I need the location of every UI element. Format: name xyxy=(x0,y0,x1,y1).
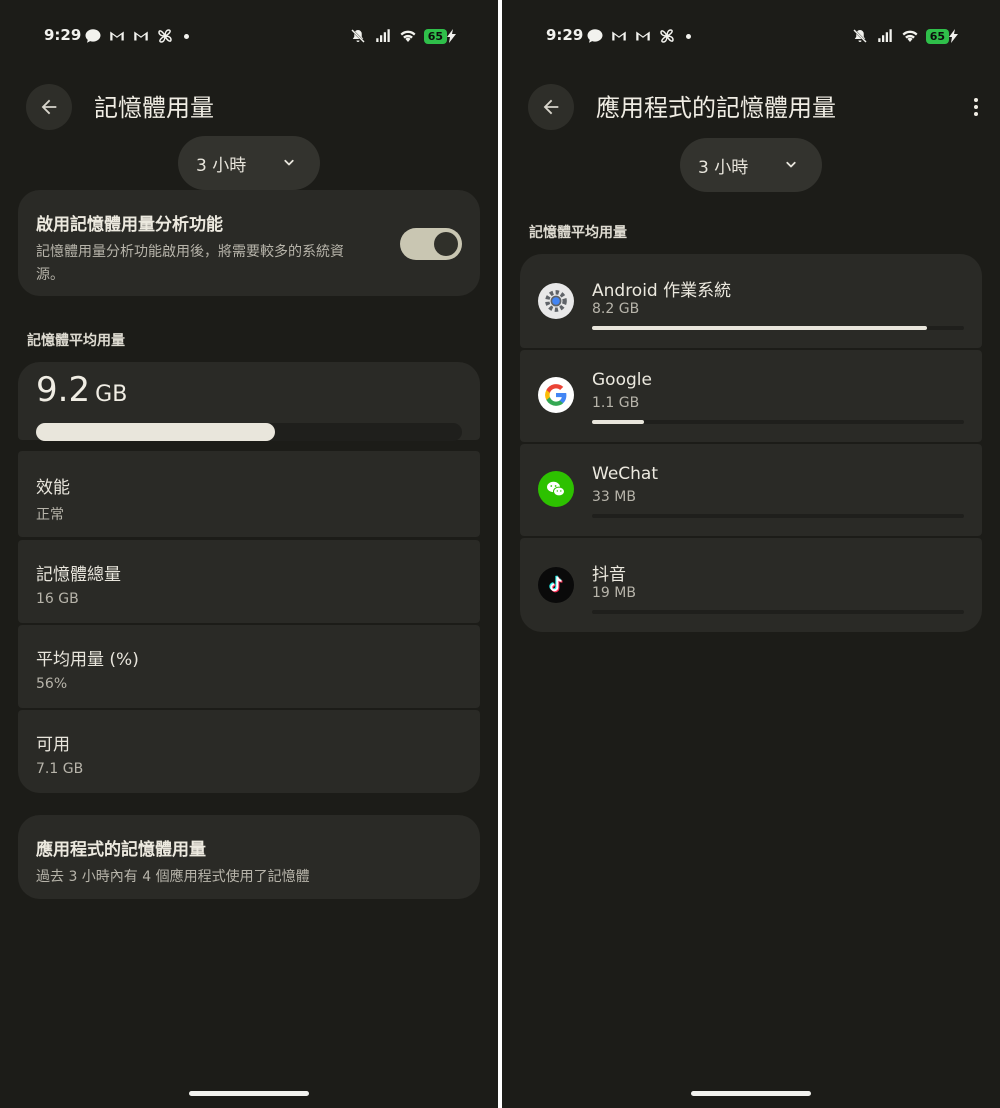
page-title: 記憶體用量 xyxy=(94,94,214,122)
status-time-right: 9:29 xyxy=(546,26,584,44)
stat-title: 可用 xyxy=(36,735,70,755)
gmail-icon-2 xyxy=(134,31,148,41)
stat-item: 平均用量 (%) 56% xyxy=(18,625,480,708)
app-usage-fill xyxy=(592,326,927,330)
wifi-icon xyxy=(400,30,416,42)
more-vert-icon xyxy=(974,98,978,102)
more-options-button[interactable] xyxy=(966,94,986,120)
stat-value: 56% xyxy=(36,676,68,692)
battery-indicator: 65 xyxy=(423,28,456,44)
stat-title: 效能 xyxy=(36,478,70,498)
app-name: Google xyxy=(592,370,652,390)
back-button[interactable] xyxy=(528,84,574,130)
avg-usage-section-label: 記憶體平均用量 xyxy=(27,333,125,349)
app-usage-bar xyxy=(592,610,964,614)
status-time: 9:29 xyxy=(44,26,82,44)
enable-analysis-card[interactable]: 啟用記憶體用量分析功能 記憶體用量分析功能啟用後，將需要較多的系統資源。 xyxy=(18,190,480,296)
status-bar-right: 9:29 65 xyxy=(502,26,1000,50)
app-size: 33 MB xyxy=(592,489,636,505)
avg-usage-progress xyxy=(36,423,462,441)
enable-analysis-desc: 記憶體用量分析功能啟用後，將需要較多的系統資源。 xyxy=(36,244,344,283)
arrow-back-icon xyxy=(543,99,559,115)
app-memory-link-title: 應用程式的記憶體用量 xyxy=(36,840,206,860)
app-size: 1.1 GB xyxy=(592,395,640,411)
gmail-icon-2 xyxy=(636,31,650,41)
battery-indicator: 65 xyxy=(925,28,958,44)
avg-usage-section-label-right: 記憶體平均用量 xyxy=(529,225,627,241)
app-name: WeChat xyxy=(592,464,658,484)
stat-item: 效能 正常 xyxy=(18,451,480,537)
avg-usage-card: 9.2 GB xyxy=(18,362,480,441)
app-usage-bar xyxy=(592,420,964,424)
duration-label: 3 小時 xyxy=(196,155,247,176)
enable-analysis-switch[interactable] xyxy=(400,228,462,260)
app-usage-bar xyxy=(592,326,964,330)
android-os-icon xyxy=(538,283,574,319)
charging-icon xyxy=(447,29,456,43)
charging-icon xyxy=(949,29,958,43)
status-bar: 9:29 65 xyxy=(0,26,498,50)
notification-dot xyxy=(686,33,691,39)
signal-icon xyxy=(877,29,892,42)
chevron-down-icon xyxy=(786,161,796,168)
home-indicator[interactable] xyxy=(691,1091,811,1096)
app-memory-usage-screen: 9:29 65 應用程式的記憶體用量 3 小時 記憶體平均用量 Android … xyxy=(502,0,1000,1108)
app-row-android[interactable]: Android 作業系統 8.2 GB xyxy=(520,254,982,348)
app-memory-usage-link[interactable]: 應用程式的記憶體用量 過去 3 小時內有 4 個應用程式使用了記憶體 xyxy=(18,815,480,899)
google-icon xyxy=(538,377,574,413)
avg-usage-value: 9.2 xyxy=(36,370,91,410)
mute-icon xyxy=(350,28,366,44)
stat-title: 平均用量 (%) xyxy=(36,650,139,670)
avg-usage-progress-fill xyxy=(36,423,275,441)
home-indicator[interactable] xyxy=(189,1091,309,1096)
stat-title: 記憶體總量 xyxy=(36,565,121,585)
duration-label-right: 3 小時 xyxy=(698,157,749,178)
app-size: 8.2 GB xyxy=(592,301,640,317)
stat-value: 16 GB xyxy=(36,591,79,607)
stat-value: 7.1 GB xyxy=(36,761,84,777)
app-usage-bar xyxy=(592,514,964,518)
page-title-right: 應用程式的記憶體用量 xyxy=(596,94,836,122)
wechat-icon xyxy=(538,471,574,507)
back-button[interactable] xyxy=(26,84,72,130)
pinwheel-icon xyxy=(660,29,674,43)
douyin-icon xyxy=(538,567,574,603)
message-icon xyxy=(85,29,101,43)
app-row-google[interactable]: Google 1.1 GB xyxy=(520,350,982,442)
notification-dot xyxy=(184,33,189,39)
avg-usage-unit: GB xyxy=(95,382,128,407)
gmail-icon xyxy=(612,31,626,41)
app-name: Android 作業系統 xyxy=(592,281,732,301)
stat-item: 記憶體總量 16 GB xyxy=(18,540,480,623)
stat-value: 正常 xyxy=(36,507,64,523)
enable-analysis-title: 啟用記憶體用量分析功能 xyxy=(36,215,223,235)
app-name: 抖音 xyxy=(592,565,626,585)
pinwheel-icon xyxy=(158,29,172,43)
arrow-back-icon xyxy=(41,99,57,115)
wifi-icon xyxy=(902,30,918,42)
chevron-down-icon xyxy=(284,159,294,166)
gmail-icon xyxy=(110,31,124,41)
app-usage-fill xyxy=(592,420,645,424)
mute-icon xyxy=(852,28,868,44)
switch-thumb xyxy=(434,232,458,256)
stat-item: 可用 7.1 GB xyxy=(18,710,480,793)
duration-dropdown-right[interactable]: 3 小時 xyxy=(680,138,822,192)
duration-dropdown[interactable]: 3 小時 xyxy=(178,136,320,190)
app-row-douyin[interactable]: 抖音 19 MB xyxy=(520,538,982,632)
memory-usage-screen: 9:29 65 記憶體用量 3 小時 啟用記憶體用量分析功能 記憶體用量分析功能… xyxy=(0,0,498,1108)
message-icon xyxy=(587,29,603,43)
app-memory-link-desc: 過去 3 小時內有 4 個應用程式使用了記憶體 xyxy=(36,869,310,885)
app-size: 19 MB xyxy=(592,585,636,601)
signal-icon xyxy=(375,29,390,42)
app-row-wechat[interactable]: WeChat 33 MB xyxy=(520,444,982,536)
